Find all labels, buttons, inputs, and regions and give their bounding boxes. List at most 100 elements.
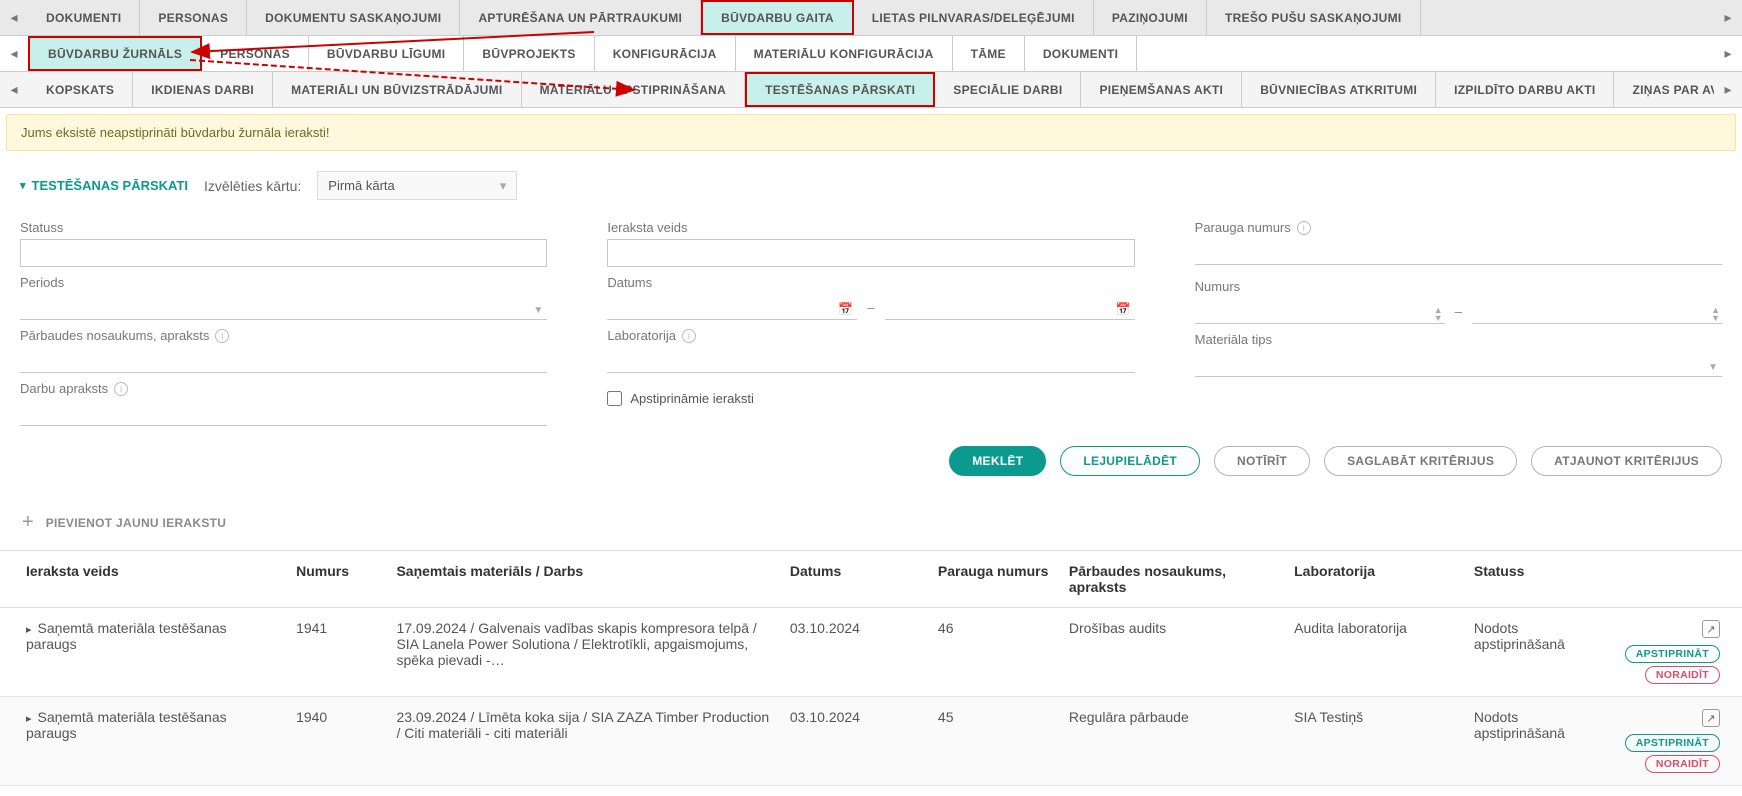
results-table: Ieraksta veids Numurs Saņemtais materiāl… (0, 550, 1742, 786)
section-title[interactable]: TESTĒŠANAS PĀRSKATI (20, 178, 188, 193)
tab-bar-level2: ◂ BŪVDARBU ŽURNĀLSPERSONASBŪVDARBU LĪGUM… (0, 36, 1742, 72)
tab-pieņemšanas-akti[interactable]: PIEŅEMŠANAS AKTI (1081, 72, 1242, 107)
tab-trešo-pušu-saskaņojumi[interactable]: TREŠO PUŠU SASKAŅOJUMI (1207, 0, 1421, 35)
tab-materiālu-apstiprināšana[interactable]: MATERIĀLU APSTIPRINĀŠANA (522, 72, 746, 107)
date-from-input[interactable] (607, 294, 857, 320)
tab-ziņas-par-avāriju-vai-nelaimi[interactable]: ZIŅAS PAR AVĀRIJU VAI NELAIMI (1614, 72, 1714, 107)
info-icon: i (1297, 221, 1311, 235)
calendar-icon[interactable]: 📅 (1116, 302, 1131, 316)
scroll-left-icon[interactable]: ◂ (0, 72, 28, 107)
scroll-left-icon[interactable]: ◂ (0, 36, 28, 71)
tab-materiāli-un-būvizstrādājumi[interactable]: MATERIĀLI UN BŪVIZSTRĀDĀJUMI (273, 72, 522, 107)
number-to-input[interactable] (1472, 298, 1722, 324)
tab-dokumenti[interactable]: DOKUMENTI (1025, 36, 1137, 71)
scroll-right-icon[interactable]: ▸ (1714, 72, 1742, 107)
download-button[interactable]: LEJUPIELĀDĒT (1060, 446, 1200, 476)
tab-paziņojumi[interactable]: PAZIŅOJUMI (1094, 0, 1207, 35)
add-record-label: PIEVIENOT JAUNU IERAKSTU (46, 516, 227, 530)
tab-bar-level1: ◂ DOKUMENTIPERSONASDOKUMENTU SASKAŅOJUMI… (0, 0, 1742, 36)
calendar-icon[interactable]: 📅 (838, 302, 853, 316)
restore-criteria-button[interactable]: ATJAUNOT KRITĒRIJUS (1531, 446, 1722, 476)
tab-speciālie-darbi[interactable]: SPECIĀLIE DARBI (935, 72, 1081, 107)
tab-tāme[interactable]: TĀME (953, 36, 1025, 71)
tab-būvdarbu-žurnāls[interactable]: BŪVDARBU ŽURNĀLS (28, 36, 202, 71)
work-desc-label: Darbu aprakstsi (20, 381, 547, 396)
col-date[interactable]: Datums (780, 551, 928, 608)
sample-no-input[interactable] (1195, 239, 1722, 265)
col-check[interactable]: Pārbaudes nosaukums, apraksts (1059, 551, 1284, 608)
open-icon[interactable]: ↗ (1702, 620, 1720, 638)
save-criteria-button[interactable]: SAGLABĀT KRITĒRIJUS (1324, 446, 1517, 476)
round-select[interactable]: Pirmā kārta (317, 171, 517, 200)
tab-būvdarbu-gaita[interactable]: BŪVDARBU GAITA (701, 0, 854, 35)
chevron-down-icon: ▼ (1708, 362, 1718, 373)
col-status[interactable]: Statuss (1464, 551, 1615, 608)
info-icon: i (682, 329, 696, 343)
period-label: Periods (20, 275, 547, 290)
chevron-down-icon: ▼ (533, 305, 543, 316)
scroll-right-icon[interactable]: ▸ (1714, 36, 1742, 71)
approve-button[interactable]: APSTIPRINĀT (1625, 645, 1720, 663)
stepper-icon[interactable]: ▲▼ (1711, 306, 1720, 322)
open-icon[interactable]: ↗ (1702, 709, 1720, 727)
col-material[interactable]: Saņemtais materiāls / Darbs (386, 551, 779, 608)
check-name-input[interactable] (20, 347, 547, 373)
range-separator: – (867, 300, 874, 315)
plus-icon: + (22, 511, 34, 534)
tab-dokumenti[interactable]: DOKUMENTI (28, 0, 140, 35)
sample-no-label: Parauga numursi (1195, 220, 1722, 235)
reject-button[interactable]: NORAIDĪT (1645, 666, 1720, 684)
approvable-label: Apstiprināmie ieraksti (630, 391, 754, 406)
expand-icon[interactable]: ▸ (26, 713, 32, 725)
stepper-icon[interactable]: ▲▼ (1434, 306, 1443, 322)
tab-dokumentu-saskaņojumi[interactable]: DOKUMENTU SASKAŅOJUMI (247, 0, 460, 35)
col-sample[interactable]: Parauga numurs (928, 551, 1059, 608)
round-label: Izvēlēties kārtu: (204, 178, 301, 194)
work-desc-input[interactable] (20, 400, 547, 426)
scroll-left-icon[interactable]: ◂ (0, 0, 28, 35)
col-lab[interactable]: Laboratorija (1284, 551, 1464, 608)
reject-button[interactable]: NORAIDĪT (1645, 755, 1720, 773)
tab-apturēšana-un-pārtraukumi[interactable]: APTURĒŠANA UN PĀRTRAUKUMI (460, 0, 701, 35)
scroll-right-icon[interactable]: ▸ (1714, 0, 1742, 35)
period-select[interactable] (20, 294, 547, 320)
approve-button[interactable]: APSTIPRINĀT (1625, 734, 1720, 752)
expand-icon[interactable]: ▸ (26, 624, 32, 636)
status-input[interactable] (20, 239, 547, 267)
tab-izpildīto-darbu-akti[interactable]: IZPILDĪTO DARBU AKTI (1436, 72, 1614, 107)
tab-testēšanas-pārskati[interactable]: TESTĒŠANAS PĀRSKATI (745, 72, 935, 107)
date-to-input[interactable] (885, 294, 1135, 320)
table-row[interactable]: ▸Saņemtā materiāla testēšanas paraugs194… (0, 608, 1742, 697)
number-from-input[interactable] (1195, 298, 1445, 324)
entry-type-input[interactable] (607, 239, 1134, 267)
col-type[interactable]: Ieraksta veids (0, 551, 286, 608)
clear-button[interactable]: NOTĪRĪT (1214, 446, 1310, 476)
table-row[interactable]: ▸Saņemtā materiāla testēšanas paraugs194… (0, 697, 1742, 786)
tab-bar-level3: ◂ KOPSKATSIKDIENAS DARBIMATERIĀLI UN BŪV… (0, 72, 1742, 108)
search-button[interactable]: MEKLĒT (949, 446, 1046, 476)
check-name-label: Pārbaudes nosaukums, aprakstsi (20, 328, 547, 343)
tab-ikdienas-darbi[interactable]: IKDIENAS DARBI (133, 72, 273, 107)
tab-kopskats[interactable]: KOPSKATS (28, 72, 133, 107)
tab-personas[interactable]: PERSONAS (202, 36, 309, 71)
col-number[interactable]: Numurs (286, 551, 386, 608)
tab-personas[interactable]: PERSONAS (140, 0, 247, 35)
tab-lietas-pilnvaras-deleģējumi[interactable]: LIETAS PILNVARAS/DELEĢĒJUMI (854, 0, 1094, 35)
status-label: Statuss (20, 220, 547, 235)
tab-materiālu-konfigurācija[interactable]: MATERIĀLU KONFIGURĀCIJA (736, 36, 953, 71)
tab-būvprojekts[interactable]: BŪVPROJEKTS (464, 36, 594, 71)
warning-banner: Jums eksistē neapstiprināti būvdarbu žur… (6, 114, 1736, 151)
laboratory-input[interactable] (607, 347, 1134, 373)
info-icon: i (114, 382, 128, 396)
tab-būvniecības-atkritumi[interactable]: BŪVNIECĪBAS ATKRITUMI (1242, 72, 1436, 107)
add-record-button[interactable]: + PIEVIENOT JAUNU IERAKSTU (0, 494, 1742, 550)
approvable-checkbox[interactable] (607, 391, 622, 406)
laboratory-label: Laboratorijai (607, 328, 1134, 343)
range-separator: – (1455, 304, 1462, 319)
tab-konfigurācija[interactable]: KONFIGURĀCIJA (595, 36, 736, 71)
number-label: Numurs (1195, 279, 1722, 294)
date-label: Datums (607, 275, 1134, 290)
info-icon: i (215, 329, 229, 343)
material-type-select[interactable] (1195, 351, 1722, 377)
tab-būvdarbu-līgumi[interactable]: BŪVDARBU LĪGUMI (309, 36, 465, 71)
